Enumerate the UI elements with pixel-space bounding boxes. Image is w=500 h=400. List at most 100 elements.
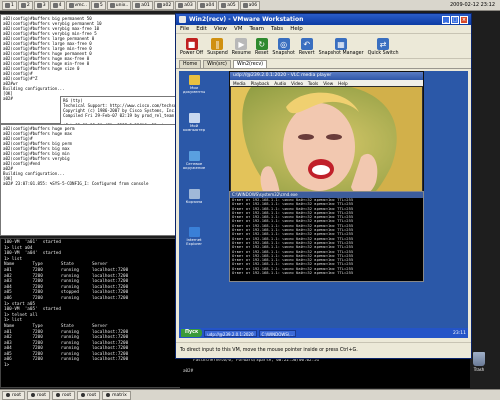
- player-menu-item[interactable]: Playback: [251, 81, 270, 86]
- guest-desktop[interactable]: Мои документы Мой компьютер Сетевое окруже…: [179, 71, 468, 338]
- player-menu-item[interactable]: Help: [338, 81, 348, 86]
- tab-home[interactable]: Home: [179, 60, 202, 68]
- desktop-icon-label: Мой компьютер: [182, 123, 206, 133]
- menu-item[interactable]: View: [214, 26, 227, 32]
- toolbar: ■ Power Off ‖ Suspend ▶ Resume ↻ Reset ◎ Snapshot…: [176, 34, 471, 59]
- taskbar-tab[interactable]: a06: [239, 0, 261, 10]
- quick-switch-button[interactable]: ⇄ Quick Switch: [368, 38, 399, 56]
- terminal-window-config[interactable]: a02(config)#buffers huge perm a02(config…: [0, 124, 178, 236]
- cmd-output: Ответ от 192.168.1.1: число байт=32 врем…: [232, 197, 354, 276]
- trash-icon: [473, 352, 485, 366]
- desktop-icon-image: [188, 227, 200, 237]
- host-top-taskbar: 1 2 3 4 vmc.. 5 unix.. a01 a02 a03 a04 a05 a06 2009-0…: [0, 0, 500, 11]
- window-icon: [20, 2, 26, 8]
- snapshot-manager-button[interactable]: ▦ Snapshot Manager: [319, 38, 364, 56]
- taskbar-tab[interactable]: unix..: [106, 0, 132, 10]
- guest-cmd-window[interactable]: C:\WINDOWS\system32\cmd.exe Ответ от 192…: [229, 191, 424, 282]
- taskbar-tab[interactable]: a05: [218, 0, 239, 10]
- taskbar-tab-label: a01: [141, 2, 150, 8]
- window-icon: [156, 2, 162, 8]
- vmware-window[interactable]: Win2(recv) - VMware Workstation _ □ × Fi…: [175, 13, 472, 359]
- dynagen-console[interactable]: 100-VM 'a01' started 1> list a04 100-VM …: [0, 238, 182, 388]
- player-menu-bar: Media Playback Audio Video Tools View Help: [230, 80, 423, 86]
- taskbar-tab[interactable]: a03: [175, 0, 196, 10]
- desktop-icon[interactable]: Корзина: [183, 189, 205, 204]
- video-frame[interactable]: [231, 87, 422, 200]
- taskbar-tab[interactable]: a02: [153, 0, 175, 10]
- menu-item[interactable]: File: [180, 26, 189, 32]
- button-label: Snapshot: [272, 51, 295, 56]
- snapshot-icon: ◎: [277, 38, 290, 50]
- guest-taskbar-item[interactable]: C:\WINDOWS\...: [258, 329, 297, 337]
- tab-label: Home: [183, 62, 198, 67]
- taskbar-tab[interactable]: a04: [196, 0, 218, 10]
- maximize-icon[interactable]: □: [451, 15, 459, 24]
- window-title: Win2(recv) - VMware Workstation: [189, 16, 304, 23]
- resume-button[interactable]: ▶ Resume: [232, 38, 251, 56]
- console-output: 100-VM 'a01' started 1> list a04 100-VM …: [4, 240, 129, 369]
- desktop-icon-label: Сетевое окружение: [182, 161, 206, 171]
- desktop-icon[interactable]: Сетевое окружение: [183, 151, 205, 171]
- suspend-button[interactable]: ‖ Suspend: [207, 38, 228, 56]
- tab-win-src-[interactable]: Win(src): [203, 60, 231, 68]
- taskbar-tab[interactable]: 3: [33, 0, 49, 10]
- desktop-icon[interactable]: Мой компьютер: [183, 113, 205, 133]
- trash-desktop-icon[interactable]: Trash: [468, 352, 490, 380]
- suspend-icon: ‖: [211, 38, 224, 50]
- taskbar-tab-label: 2: [26, 2, 30, 8]
- button-label: Power Off: [180, 51, 204, 56]
- taskbar-tab[interactable]: 4: [49, 0, 65, 10]
- taskbar-tab[interactable]: root: [27, 390, 51, 400]
- taskbar-tab-label: a02: [162, 2, 172, 8]
- close-icon[interactable]: ×: [460, 15, 468, 24]
- guest-taskbar-item[interactable]: udp://@239.2.0.1:2020: [204, 329, 257, 337]
- player-menu-item[interactable]: View: [323, 81, 333, 86]
- player-titlebar[interactable]: udp://@239.2.0.1:2020 - VLC media player: [230, 72, 423, 80]
- taskbar-tab-label: a05: [227, 2, 236, 8]
- taskbar-tab-label: 5: [99, 2, 103, 8]
- power-off-button[interactable]: ■ Power Off: [180, 38, 203, 56]
- taskbar-tab-label: unix..: [115, 2, 129, 8]
- player-menu-item[interactable]: Video: [291, 81, 303, 86]
- menu-item[interactable]: Team: [249, 26, 264, 32]
- desktop-icon[interactable]: Internet Explorer: [183, 227, 205, 247]
- taskbar-tab-label: 1: [11, 2, 14, 8]
- taskbar-tab-label: matrix: [112, 392, 127, 398]
- taskbar-tab[interactable]: a01: [132, 0, 153, 10]
- taskbar-tab[interactable]: root: [52, 390, 76, 400]
- button-label: Revert: [298, 51, 315, 56]
- taskbar-tab[interactable]: 2: [17, 0, 33, 10]
- menu-item[interactable]: Edit: [196, 26, 207, 32]
- button-label: Reset: [255, 51, 269, 56]
- player-menu-item[interactable]: Media: [233, 81, 246, 86]
- tab-label: Win2(recv): [236, 62, 264, 67]
- taskbar-tab-label: vmc..: [74, 2, 87, 8]
- status-text: To direct input to this VM, move the mou…: [180, 348, 358, 353]
- taskbar-tab[interactable]: matrix: [102, 390, 131, 400]
- terminal-icon: [106, 393, 111, 397]
- menu-bar: File Edit View VM Team Tabs Help: [176, 25, 471, 34]
- player-menu-item[interactable]: Tools: [308, 81, 318, 86]
- window-icon: [199, 2, 205, 8]
- snapshot-button[interactable]: ◎ Snapshot: [272, 38, 295, 56]
- taskbar-tab[interactable]: root: [2, 390, 26, 400]
- window-titlebar[interactable]: Win2(recv) - VMware Workstation _ □ ×: [176, 14, 471, 25]
- taskbar-tab[interactable]: 1: [2, 0, 17, 10]
- revert-button[interactable]: ↶ Revert: [299, 38, 315, 56]
- window-icon: [242, 2, 248, 8]
- taskbar-tab[interactable]: vmc..: [65, 0, 90, 10]
- desktop-icon[interactable]: Мои документы: [183, 75, 205, 95]
- player-menu-item[interactable]: Audio: [274, 81, 286, 86]
- taskbar-tab[interactable]: root: [77, 390, 101, 400]
- reset-button[interactable]: ↻ Reset: [255, 38, 268, 56]
- guest-taskbar: Пуск udp://@239.2.0.1:2020 C:\WINDOWS\...…: [179, 328, 468, 338]
- desktop-icon-label: Internet Explorer: [186, 237, 202, 247]
- menu-item[interactable]: Tabs: [271, 26, 283, 32]
- taskbar-tab[interactable]: 5: [90, 0, 106, 10]
- menu-item[interactable]: VM: [234, 26, 243, 32]
- minimize-icon[interactable]: _: [442, 15, 450, 24]
- taskbar-tab-label: root: [37, 392, 47, 398]
- menu-item[interactable]: Help: [290, 26, 303, 32]
- tab-win2-recv-[interactable]: Win2(recv): [232, 60, 268, 68]
- start-button[interactable]: Пуск: [181, 329, 203, 337]
